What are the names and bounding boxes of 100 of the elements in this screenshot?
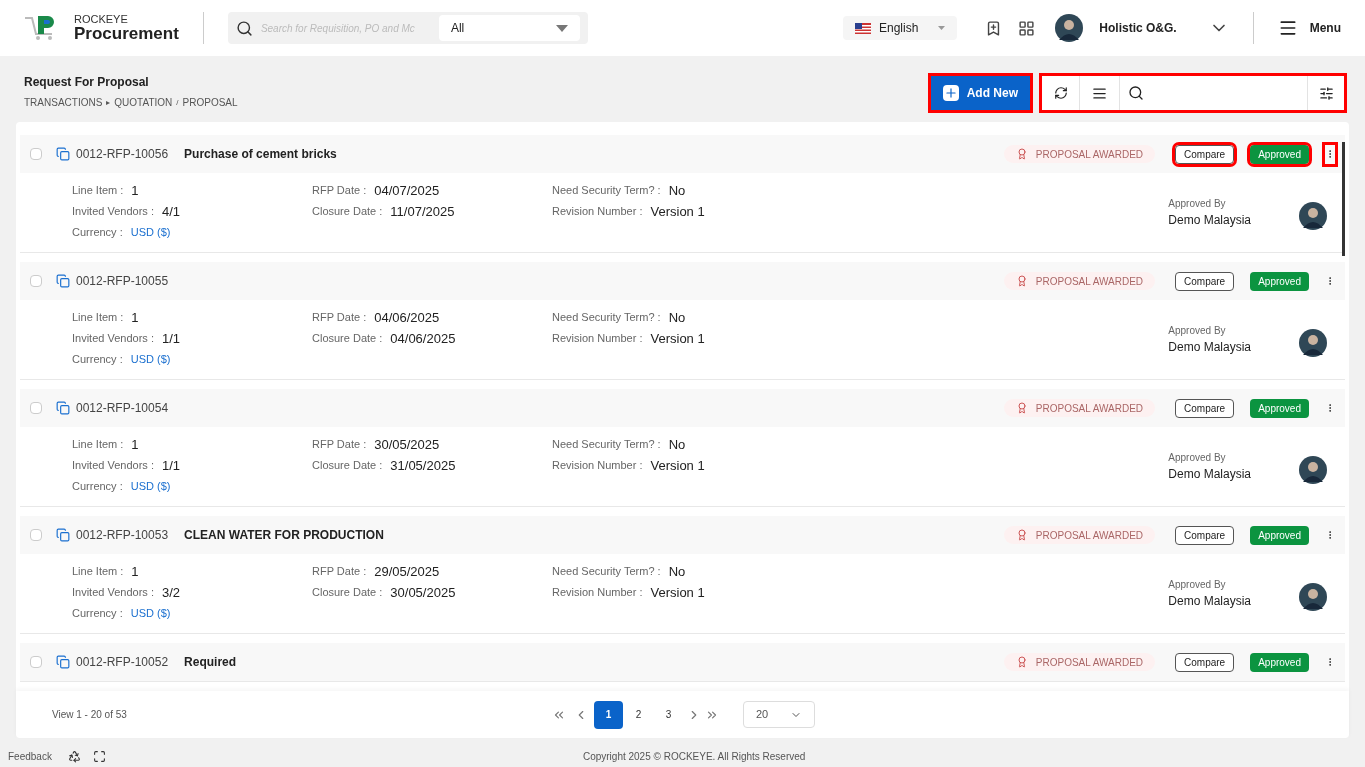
field-value: 1/1: [161, 329, 181, 348]
approved-button[interactable]: Approved: [1250, 271, 1309, 291]
approved-button[interactable]: Approved: [1250, 525, 1309, 545]
page-button[interactable]: 2: [624, 700, 653, 729]
field-value: Version 1: [650, 202, 705, 221]
field-label: Need Security Term? :: [552, 564, 661, 580]
search-icon: [235, 19, 253, 37]
avatar-icon: [1299, 456, 1327, 484]
breadcrumb-separator: ▸: [106, 96, 111, 109]
rfp-number[interactable]: 0012-RFP-10055: [76, 272, 169, 290]
copy-icon[interactable]: [56, 655, 70, 669]
row-header[interactable]: 0012-RFP-10056 Purchase of cement bricks PROPOSAL AWARDED Compare Approved: [20, 135, 1345, 173]
approver-name: Demo Malaysia: [1168, 593, 1251, 610]
flag-icon: [854, 22, 871, 34]
row-header[interactable]: 0012-RFP-10055 PROPOSAL AWARDED Compare Approved: [20, 262, 1345, 300]
status-badge: PROPOSAL AWARDED: [1003, 145, 1156, 163]
field-value: 11/07/2025: [390, 202, 455, 221]
breadcrumb-separator: /: [176, 96, 179, 109]
field-value: USD ($): [130, 352, 171, 368]
field-value: 29/05/2025: [374, 562, 440, 581]
rfp-number[interactable]: 0012-RFP-10053: [76, 526, 169, 544]
row-checkbox[interactable]: [30, 402, 42, 414]
copyright-text: Copyright 2025 © ROCKEYE. All Rights Reserved: [582, 750, 806, 764]
field-label: Need Security Term? :: [552, 310, 661, 326]
field-label: RFP Date :: [312, 437, 367, 453]
page-title: Request For Proposal: [24, 74, 150, 91]
breadcrumb-link[interactable]: PROPOSAL: [182, 95, 238, 110]
page-button[interactable]: 1: [594, 700, 623, 729]
field-label: Currency :: [72, 225, 123, 241]
approved-button[interactable]: Approved: [1250, 144, 1309, 164]
field-label: Closure Date :: [312, 204, 383, 220]
copy-icon[interactable]: [56, 528, 70, 542]
field-value: 1: [131, 562, 139, 581]
award-icon: [1015, 402, 1028, 414]
field-value: 1/1: [161, 456, 181, 475]
page-size-select[interactable]: 20: [743, 701, 815, 728]
field-value: 04/06/2025: [374, 308, 440, 327]
breadcrumb-link[interactable]: TRANSACTIONS: [24, 95, 103, 110]
row-header[interactable]: 0012-RFP-10052 Required PROPOSAL AWARDED Compare Approved: [20, 643, 1345, 681]
compare-button[interactable]: Compare: [1175, 398, 1235, 418]
field-label: Revision Number :: [552, 331, 643, 347]
pagination-summary: View 1 - 20 of 53: [52, 708, 128, 722]
compare-button[interactable]: Compare: [1175, 525, 1235, 545]
avatar-icon: [1299, 583, 1327, 611]
compare-button[interactable]: Compare: [1175, 652, 1235, 672]
field-value: No: [668, 181, 686, 200]
approved-button[interactable]: Approved: [1250, 398, 1309, 418]
row-checkbox[interactable]: [30, 275, 42, 287]
rfp-number[interactable]: 0012-RFP-10052: [76, 653, 169, 671]
award-icon: [1015, 656, 1028, 668]
row-header[interactable]: 0012-RFP-10053 CLEAN WATER FOR PRODUCTION PROPOSAL AWARDED Compare Approved: [20, 516, 1345, 554]
menu-button[interactable]: Menu: [1277, 18, 1341, 38]
award-icon: [1015, 275, 1028, 287]
row-checkbox[interactable]: [30, 529, 42, 541]
language-select[interactable]: English: [842, 16, 958, 40]
field-value: USD ($): [130, 606, 171, 622]
field-label: Line Item :: [72, 183, 124, 199]
compare-button[interactable]: Compare: [1175, 271, 1235, 291]
field-label: RFP Date :: [312, 183, 367, 199]
field-label: Need Security Term? :: [552, 183, 661, 199]
field-label: Invited Vendors :: [72, 458, 154, 474]
rfp-number[interactable]: 0012-RFP-10054: [76, 399, 169, 417]
field-label: Currency :: [72, 352, 123, 368]
approved-by-label: Approved By: [1168, 451, 1227, 465]
status-badge: PROPOSAL AWARDED: [1003, 399, 1156, 417]
compare-button[interactable]: Compare: [1175, 144, 1235, 164]
field-value: 04/06/2025: [390, 329, 456, 348]
field-value: No: [668, 435, 686, 454]
apps-icon[interactable]: [1018, 19, 1036, 37]
copy-icon[interactable]: [56, 401, 70, 415]
copy-icon[interactable]: [56, 274, 70, 288]
field-value: Version 1: [650, 329, 705, 348]
field-label: Revision Number :: [552, 204, 643, 220]
breadcrumb-link[interactable]: QUOTATION: [114, 95, 173, 110]
award-icon: [1015, 148, 1028, 160]
row-checkbox[interactable]: [30, 148, 42, 160]
caret-icon: [938, 26, 946, 30]
scrollbar[interactable]: [1342, 142, 1345, 256]
add-new-button[interactable]: Add New: [930, 76, 1030, 110]
rfp-number[interactable]: 0012-RFP-10056: [76, 145, 169, 163]
field-label: Line Item :: [72, 437, 124, 453]
row-checkbox[interactable]: [30, 656, 42, 668]
field-value: No: [668, 308, 686, 327]
feedback-link[interactable]: Feedback: [8, 749, 52, 764]
field-value: USD ($): [130, 225, 171, 241]
rfp-title: CLEAN WATER FOR PRODUCTION: [184, 527, 384, 544]
field-value: 1: [131, 435, 139, 454]
more-button[interactable]: [1325, 144, 1335, 164]
avatar-icon: [1299, 329, 1327, 357]
recycle-icon[interactable]: [67, 750, 81, 763]
status-badge: PROPOSAL AWARDED: [1003, 653, 1156, 671]
approved-button[interactable]: Approved: [1250, 652, 1309, 672]
user-name[interactable]: Holistic O&G.: [1099, 19, 1177, 37]
scope-dropdown[interactable]: All: [438, 15, 580, 41]
award-icon: [1015, 529, 1028, 541]
fullscreen-icon[interactable]: [92, 750, 106, 763]
approver-name: Demo Malaysia: [1168, 339, 1251, 356]
row-header[interactable]: 0012-RFP-10054 PROPOSAL AWARDED Compare Approved: [20, 389, 1345, 427]
page-button[interactable]: 3: [654, 700, 683, 729]
copy-icon[interactable]: [56, 147, 70, 161]
